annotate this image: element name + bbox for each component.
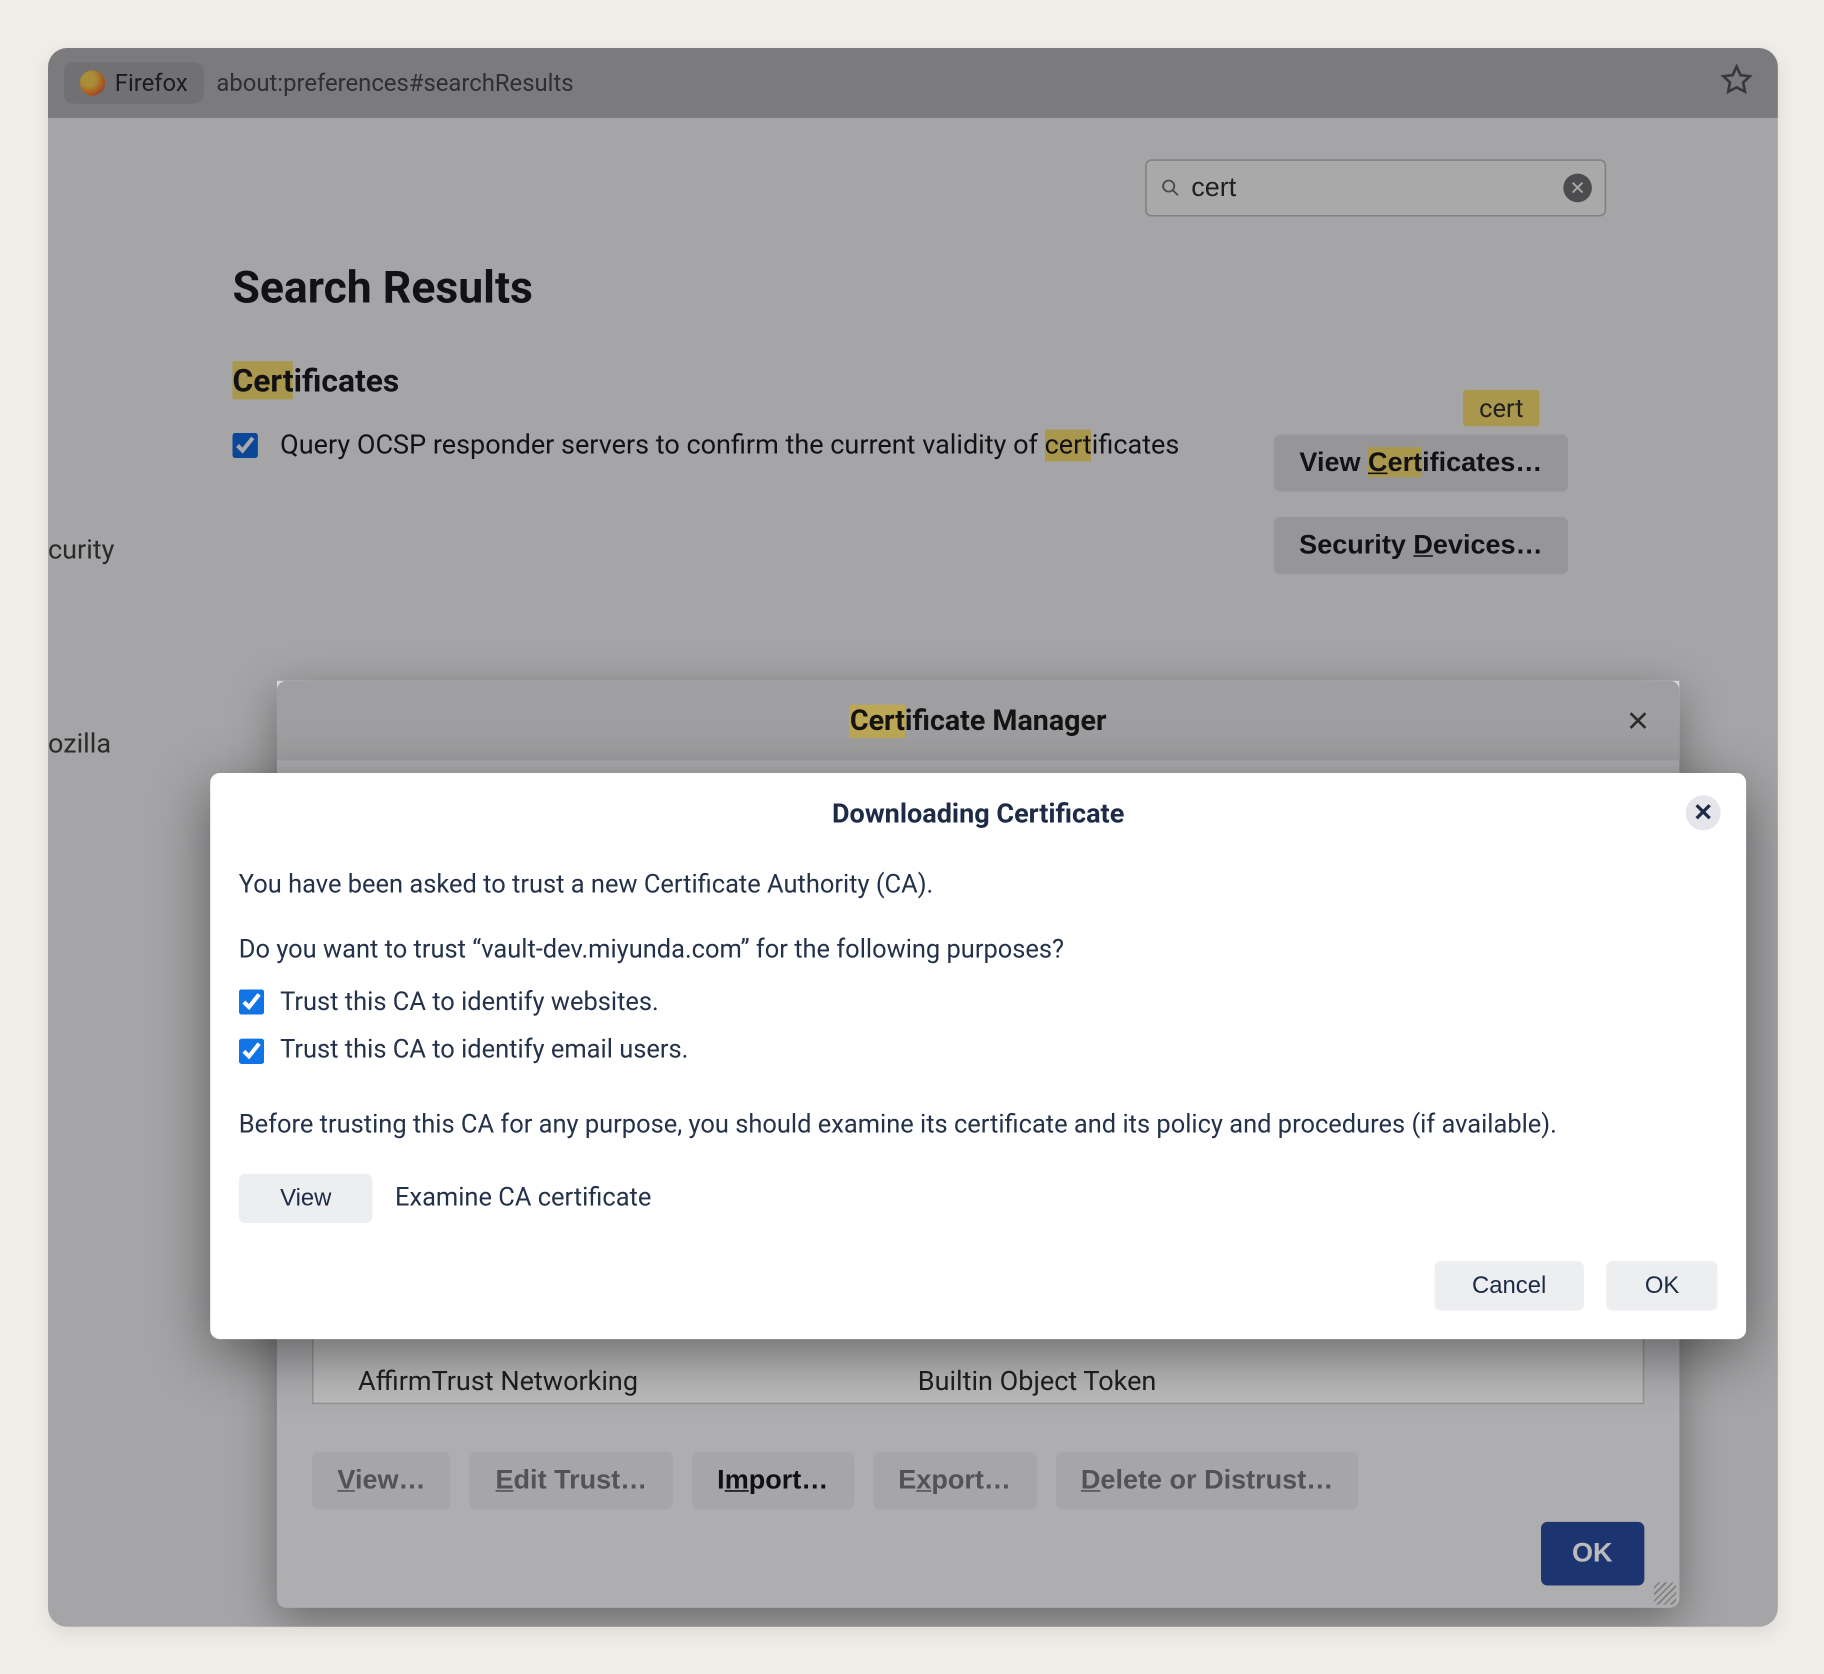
close-icon[interactable]: ✕ (1686, 795, 1721, 830)
view-ca-button[interactable]: View (239, 1174, 373, 1223)
cancel-button[interactable]: Cancel (1434, 1261, 1585, 1310)
dialog-message-2: Do you want to trust “vault-dev.miyunda.… (239, 930, 1718, 969)
trust-email-checkbox[interactable] (239, 1038, 264, 1063)
trust-websites-label: Trust this CA to identify websites. (280, 982, 659, 1021)
trust-email-label: Trust this CA to identify email users. (280, 1031, 688, 1070)
dialog-warning: Before trusting this CA for any purpose,… (239, 1106, 1718, 1145)
downloading-certificate-dialog: Downloading Certificate ✕ You have been … (210, 773, 1746, 1339)
dialog-message-1: You have been asked to trust a new Certi… (239, 865, 1718, 904)
ok-button[interactable]: OK (1607, 1261, 1718, 1310)
trust-websites-checkbox[interactable] (239, 989, 264, 1014)
view-ca-label: Examine CA certificate (395, 1179, 651, 1218)
dialog-title: Downloading Certificate (832, 798, 1124, 830)
